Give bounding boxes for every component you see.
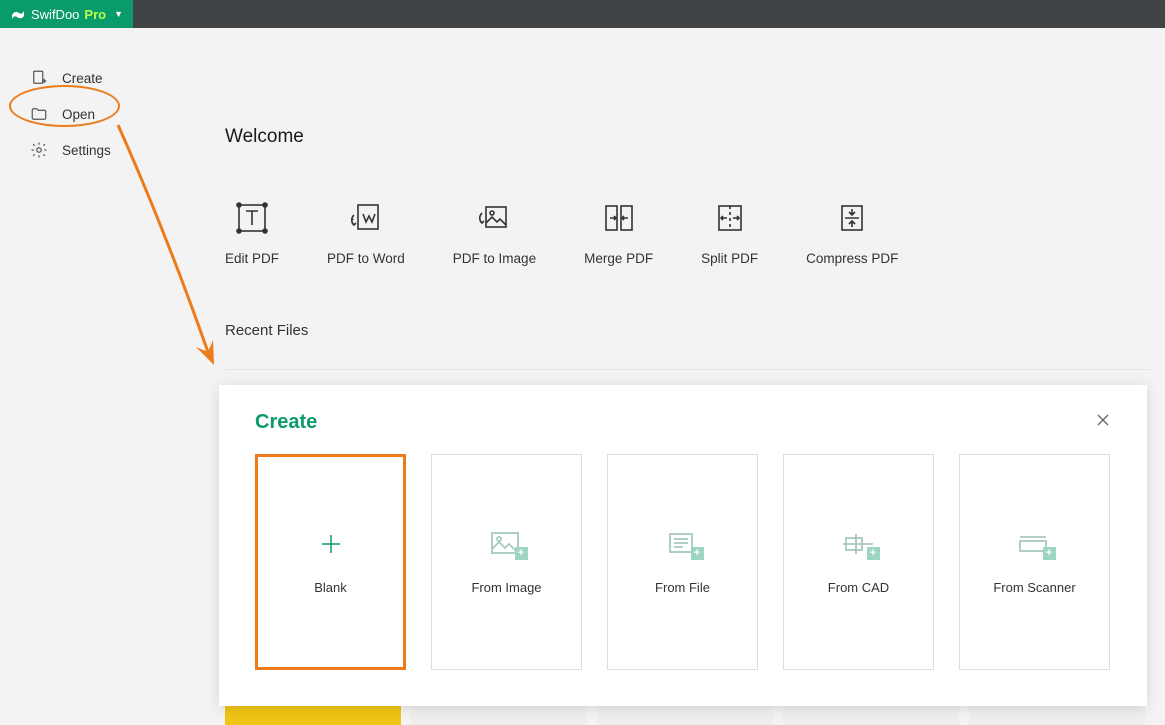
action-merge-pdf[interactable]: Merge PDF [584,200,653,266]
action-pdf-to-image[interactable]: PDF to Image [453,200,536,266]
sidebar: Create Open Settings [0,60,190,168]
card-label: From Scanner [993,580,1075,595]
sidebar-item-settings[interactable]: Settings [0,132,190,168]
edit-pdf-icon [234,200,270,236]
sidebar-item-create[interactable]: Create [0,60,190,96]
plus-icon [312,530,350,558]
action-compress-pdf[interactable]: Compress PDF [806,200,898,266]
recent-files-title: Recent Files [225,322,1165,339]
sidebar-item-label: Settings [62,143,111,158]
create-option-from-scanner[interactable]: + From Scanner [959,454,1110,670]
action-label: Compress PDF [806,251,898,266]
brand-name: SwifDoo [31,7,79,22]
split-pdf-icon [712,200,748,236]
folder-icon [30,105,48,123]
image-icon: + [488,530,526,558]
sidebar-item-open[interactable]: Open [0,96,190,132]
titlebar: SwifDoo Pro ▼ [0,0,1165,28]
create-panel-title: Create [255,411,317,434]
close-button[interactable] [1095,411,1111,432]
main-content: Welcome Edit PDF PDF to Word PDF to Imag… [225,28,1165,429]
scanner-icon: + [1016,530,1054,558]
cad-icon: + [840,530,878,558]
action-pdf-to-word[interactable]: PDF to Word [327,200,405,266]
card-label: From Image [471,580,541,595]
create-option-blank[interactable]: Blank [255,454,406,670]
action-label: Split PDF [701,251,758,266]
compress-pdf-icon [834,200,870,236]
swifdoo-logo-icon [10,6,26,22]
merge-pdf-icon [601,200,637,236]
brand-menu[interactable]: SwifDoo Pro ▼ [0,0,133,28]
action-label: Edit PDF [225,251,279,266]
pdf-to-word-icon [348,200,384,236]
action-label: Merge PDF [584,251,653,266]
card-label: Blank [314,580,347,595]
welcome-title: Welcome [225,126,1165,148]
file-icon: + [664,530,702,558]
card-label: From File [655,580,710,595]
action-edit-pdf[interactable]: Edit PDF [225,200,279,266]
sidebar-item-label: Create [62,71,103,86]
divider [225,369,1150,370]
quick-actions: Edit PDF PDF to Word PDF to Image Merge … [225,200,1165,266]
pdf-to-image-icon [476,200,512,236]
sidebar-item-label: Open [62,107,95,122]
create-option-from-file[interactable]: + From File [607,454,758,670]
create-option-from-image[interactable]: + From Image [431,454,582,670]
caret-down-icon: ▼ [114,9,123,19]
action-split-pdf[interactable]: Split PDF [701,200,758,266]
gear-icon [30,141,48,159]
close-icon [1097,414,1109,426]
create-option-from-cad[interactable]: + From CAD [783,454,934,670]
card-label: From CAD [828,580,889,595]
action-label: PDF to Word [327,251,405,266]
action-label: PDF to Image [453,251,536,266]
create-panel: Create Blank + From Image + From File [219,385,1147,706]
create-icon [30,69,48,87]
brand-tier: Pro [84,7,106,22]
